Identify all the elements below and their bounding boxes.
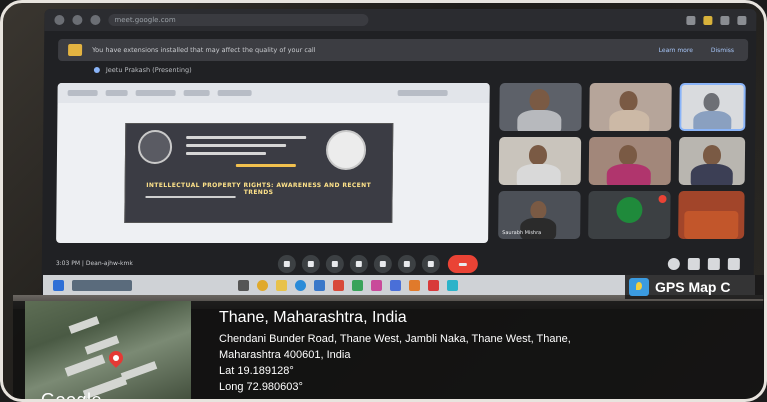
- search-icon[interactable]: [72, 279, 132, 291]
- presenter-name: Jeetu Prakash (Presenting): [105, 66, 192, 74]
- participant-tile[interactable]: [678, 137, 746, 185]
- browser-toolbar: meet.google.com: [44, 9, 757, 31]
- app-icon[interactable]: [390, 279, 401, 291]
- address-line-2: Maharashtra 400601, India: [219, 349, 351, 361]
- participant-tile[interactable]: Saurabh Mishra: [498, 191, 581, 239]
- participant-tile[interactable]: [589, 83, 672, 131]
- back-icon[interactable]: [54, 15, 65, 25]
- menu-icon[interactable]: [737, 15, 747, 25]
- start-icon[interactable]: [53, 279, 64, 291]
- address-bar[interactable]: meet.google.com: [108, 14, 369, 26]
- chrome-icon[interactable]: [257, 279, 268, 291]
- extensions-warning-banner: You have extensions installed that may a…: [57, 39, 749, 61]
- profile-icon[interactable]: [720, 15, 730, 25]
- presenter-label: Jeetu Prakash (Presenting): [93, 66, 192, 74]
- store-icon[interactable]: [314, 279, 325, 291]
- google-logo: Google: [41, 390, 103, 402]
- warning-text: You have extensions installed that may a…: [92, 46, 316, 54]
- chat-icon[interactable]: [707, 258, 720, 270]
- warning-icon: [68, 44, 83, 56]
- photo-frame: meet.google.com You have extensions inst…: [0, 0, 767, 402]
- shared-screen: INTELLECTUAL PROPERTY RIGHTS: AWARENESS …: [56, 83, 490, 243]
- extension-icon[interactable]: [686, 15, 696, 25]
- presentation-toolbar: [57, 83, 490, 103]
- present-button[interactable]: [373, 255, 392, 273]
- app-icon[interactable]: [333, 279, 344, 291]
- activities-icon[interactable]: [727, 258, 740, 270]
- app-icon[interactable]: [447, 279, 458, 291]
- reactions-button[interactable]: [349, 255, 368, 273]
- latitude: Lat 19.189128°: [219, 365, 294, 377]
- app-icon[interactable]: [428, 279, 439, 291]
- taskview-icon[interactable]: [238, 279, 249, 291]
- slide-title: INTELLECTUAL PROPERTY RIGHTS: AWARENESS …: [146, 182, 372, 196]
- mic-off-icon: [658, 195, 667, 203]
- dismiss-button[interactable]: Dismiss: [707, 47, 738, 54]
- gps-address-block: Thane, Maharashtra, India Chendani Bunde…: [219, 309, 759, 395]
- more-options-button[interactable]: [421, 255, 440, 273]
- college-logo: [137, 130, 173, 164]
- presentation-slide: INTELLECTUAL PROPERTY RIGHTS: AWARENESS …: [124, 123, 394, 223]
- gps-badge-label: GPS Map C: [655, 279, 731, 295]
- gps-map-badge: GPS Map C: [625, 275, 764, 299]
- participant-tile[interactable]: [678, 191, 745, 239]
- participant-tile[interactable]: [499, 83, 582, 131]
- leave-call-button[interactable]: [447, 255, 478, 273]
- camera-button[interactable]: [301, 255, 320, 273]
- laptop-screen: meet.google.com You have extensions inst…: [41, 9, 757, 299]
- avatar: [616, 197, 643, 224]
- app-icon[interactable]: [371, 279, 382, 291]
- address-line-1: Chendani Bunder Road, Thane West, Jambli…: [219, 333, 571, 345]
- app-icon[interactable]: [352, 279, 363, 291]
- map-thumbnail: Google: [25, 301, 191, 402]
- microphone-button[interactable]: [277, 255, 296, 273]
- participant-name: Saurabh Mishra: [502, 230, 542, 236]
- people-icon[interactable]: [687, 258, 700, 270]
- participant-tile[interactable]: [679, 83, 746, 131]
- meeting-time-code: 3:03 PM | Dean-ajhw-kmk: [55, 260, 133, 267]
- location-title: Thane, Maharashtra, India: [219, 309, 407, 326]
- presenting-icon: [93, 67, 100, 73]
- participant-tile[interactable]: [588, 191, 671, 239]
- learn-more-button[interactable]: Learn more: [655, 47, 697, 54]
- extension-icon[interactable]: [703, 15, 713, 25]
- participant-tile[interactable]: [498, 137, 582, 185]
- info-icon[interactable]: [667, 258, 680, 270]
- meeting-controls: 3:03 PM | Dean-ajhw-kmk: [56, 255, 746, 273]
- forward-icon[interactable]: [72, 15, 83, 25]
- explorer-icon[interactable]: [276, 279, 287, 291]
- edge-icon[interactable]: [295, 279, 306, 291]
- seal-logo: [325, 130, 367, 170]
- participant-tile[interactable]: [588, 137, 672, 185]
- app-icon[interactable]: [409, 279, 420, 291]
- reload-icon[interactable]: [90, 15, 101, 25]
- longitude: Long 72.980603°: [219, 381, 303, 393]
- raise-hand-button[interactable]: [397, 255, 416, 273]
- gps-map-camera-icon: [629, 278, 649, 296]
- captions-button[interactable]: [325, 255, 344, 273]
- location-pin-icon: [106, 348, 126, 368]
